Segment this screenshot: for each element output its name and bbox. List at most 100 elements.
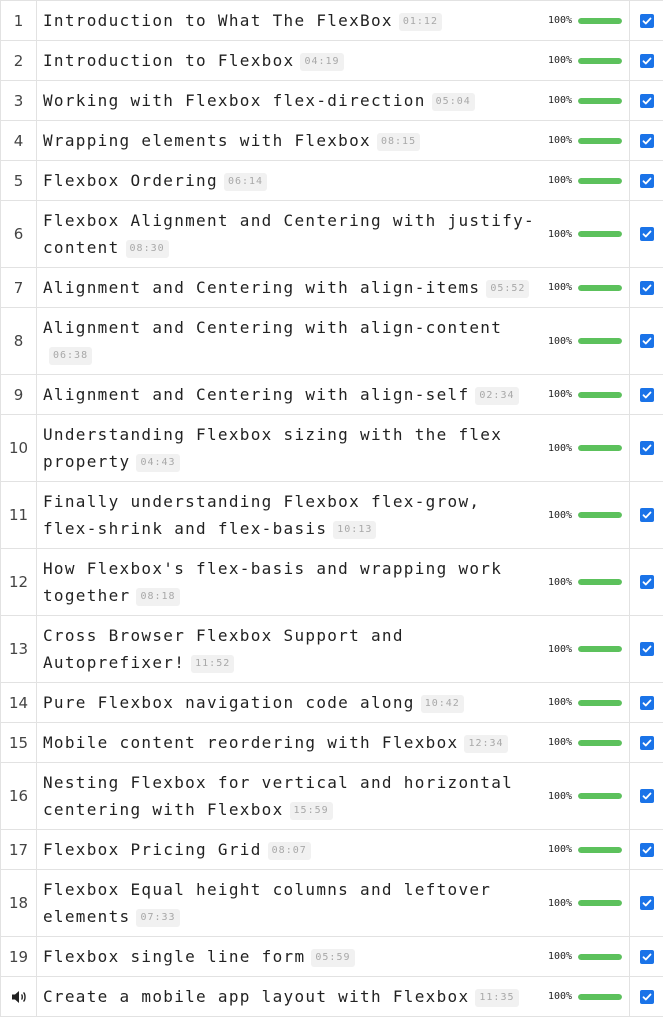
completed-checkbox[interactable] [639,575,654,589]
lesson-row[interactable]: 4 Wrapping elements with Flexbox 08:15 100% [1,121,663,161]
progress-percent: 100% [548,991,573,1002]
completed-cell [630,121,663,160]
lesson-title-cell[interactable]: Wrapping elements with Flexbox 08:15 [37,121,540,160]
completed-checkbox[interactable] [639,441,654,455]
lesson-title-cell[interactable]: Finally understanding Flexbox flex-grow,… [37,482,540,548]
completed-checkbox[interactable] [639,949,654,964]
lesson-title-cell[interactable]: Nesting Flexbox for vertical and horizon… [37,763,540,829]
completed-checkbox[interactable] [639,227,654,241]
lesson-row[interactable]: 2 Introduction to Flexbox 04:19 100% [1,41,663,81]
lesson-row[interactable]: 8 Alignment and Centering with align-cont… [1,308,663,375]
lesson-row[interactable]: 18 Flexbox Equal height columns and lefto… [1,870,663,937]
lesson-title[interactable]: Introduction to What The FlexBox [43,11,393,30]
lesson-title-cell[interactable]: Flexbox Alignment and Centering with jus… [37,201,540,267]
lesson-row[interactable]: 3 Working with Flexbox flex-direction 05:0… [1,81,663,121]
lesson-progress: 100% [540,723,630,762]
lesson-duration: 06:38 [49,347,93,365]
completed-checkbox[interactable] [639,13,654,28]
lesson-row[interactable]: 15 Mobile content reordering with Flexbox… [1,723,663,763]
lesson-title[interactable]: Flexbox Pricing Grid [43,840,262,859]
lesson-duration: 01:12 [398,13,442,31]
lesson-title-cell[interactable]: Introduction to What The FlexBox 01:12 [37,1,540,40]
lesson-title[interactable]: Wrapping elements with Flexbox [43,131,371,150]
lesson-row[interactable]: 10 Understanding Flexbox sizing with the … [1,415,663,482]
progress-bar [578,846,623,853]
checkmark-icon [642,177,651,184]
lesson-title-cell[interactable]: Introduction to Flexbox 04:19 [37,41,540,80]
lesson-title-cell[interactable]: Understanding Flexbox sizing with the fl… [37,415,540,481]
lesson-row[interactable]: Create a mobile app layout with Flexbox 1… [1,977,663,1017]
completed-checkbox[interactable] [639,642,654,656]
completed-checkbox[interactable] [639,842,654,857]
lesson-title-cell[interactable]: Alignment and Centering with align-self 0… [37,375,540,414]
completed-checkbox[interactable] [639,896,654,910]
lesson-title[interactable]: Flexbox single line form [43,947,305,966]
lesson-title-cell[interactable]: How Flexbox's flex-basis and wrapping wo… [37,549,540,615]
lesson-title[interactable]: Working with Flexbox flex-direction [43,91,426,110]
lesson-title-cell[interactable]: Mobile content reordering with Flexbox 12… [37,723,540,762]
lesson-title[interactable]: Introduction to Flexbox [43,51,294,70]
lesson-title-cell[interactable]: Working with Flexbox flex-direction 05:04 [37,81,540,120]
lesson-row[interactable]: 12 How Flexbox's flex-basis and wrapping … [1,549,663,616]
progress-bar [578,793,623,799]
lesson-number: 3 [1,81,37,120]
completed-checkbox[interactable] [639,989,654,1004]
completed-checkbox[interactable] [639,695,654,710]
lesson-title[interactable]: Flexbox Alignment and Centering with jus… [43,211,535,257]
lesson-title-cell[interactable]: Flexbox Equal height columns and leftove… [37,870,540,936]
checkmark-icon [642,137,651,144]
lesson-title-cell[interactable]: Flexbox single line form 05:59 [37,937,540,976]
lesson-title-cell[interactable]: Pure Flexbox navigation code along 10:42 [37,683,540,722]
completed-checkbox[interactable] [639,387,654,402]
lesson-title[interactable]: Flexbox Equal height columns and leftove… [43,880,491,926]
lesson-title[interactable]: Flexbox Ordering [43,171,218,190]
lesson-title[interactable]: Nesting Flexbox for vertical and horizon… [43,773,513,819]
lesson-title[interactable]: How Flexbox's flex-basis and wrapping wo… [43,559,502,605]
lesson-progress: 100% [540,977,630,1016]
completed-checkbox[interactable] [639,53,654,68]
lesson-title[interactable]: Alignment and Centering with align-conte… [43,318,502,337]
completed-checkbox[interactable] [639,133,654,148]
lesson-title[interactable]: Pure Flexbox navigation code along [43,693,415,712]
completed-checkbox[interactable] [639,508,654,522]
lesson-row[interactable]: 7 Alignment and Centering with align-item… [1,268,663,308]
lesson-title-cell[interactable]: Flexbox Ordering 06:14 [37,161,540,200]
lesson-row[interactable]: 17 Flexbox Pricing Grid 08:07 100% [1,830,663,870]
lesson-number: 14 [1,683,37,722]
progress-percent: 100% [548,576,573,588]
lesson-progress: 100% [540,415,630,481]
lesson-row[interactable]: 9 Alignment and Centering with align-self… [1,375,663,415]
lesson-title[interactable]: Finally understanding Flexbox flex-grow,… [43,492,480,538]
lesson-row[interactable]: 13 Cross Browser Flexbox Support and Auto… [1,616,663,683]
progress-percent: 100% [548,790,573,802]
lesson-row[interactable]: 19 Flexbox single line form 05:59 100% [1,937,663,977]
lesson-title-cell[interactable]: Create a mobile app layout with Flexbox 1… [37,977,540,1016]
completed-checkbox[interactable] [639,789,654,803]
checkmark-icon [642,578,651,586]
lesson-row[interactable]: 11 Finally understanding Flexbox flex-gro… [1,482,663,549]
lesson-row[interactable]: 16 Nesting Flexbox for vertical and horiz… [1,763,663,830]
completed-checkbox[interactable] [639,93,654,108]
checkmark-icon [642,699,651,706]
lesson-row[interactable]: 1 Introduction to What The FlexBox 01:12 10… [1,1,663,41]
lesson-title-cell[interactable]: Alignment and Centering with align-conte… [37,308,540,374]
lesson-title[interactable]: Mobile content reordering with Flexbox [43,733,458,752]
lesson-title-cell[interactable]: Cross Browser Flexbox Support and Autopr… [37,616,540,682]
progress-bar-fill [578,900,623,906]
lesson-row[interactable]: 14 Pure Flexbox navigation code along 10:4… [1,683,663,723]
lesson-title[interactable]: Understanding Flexbox sizing with the fl… [43,425,502,471]
lesson-title[interactable]: Alignment and Centering with align-self [43,385,469,404]
completed-cell [630,763,663,829]
completed-checkbox[interactable] [639,173,654,188]
lesson-title-cell[interactable]: Flexbox Pricing Grid 08:07 [37,830,540,869]
lesson-progress: 100% [540,161,630,200]
lesson-row[interactable]: 6 Flexbox Alignment and Centering with ju… [1,201,663,268]
completed-checkbox[interactable] [639,280,654,295]
lesson-title-cell[interactable]: Alignment and Centering with align-items… [37,268,540,307]
lesson-title[interactable]: Create a mobile app layout with Flexbox [43,987,469,1006]
completed-checkbox[interactable] [639,735,654,750]
completed-checkbox[interactable] [639,334,654,348]
lesson-duration: 11:52 [191,655,235,673]
lesson-title[interactable]: Alignment and Centering with align-items [43,278,480,297]
lesson-row[interactable]: 5 Flexbox Ordering 06:14 100% [1,161,663,201]
